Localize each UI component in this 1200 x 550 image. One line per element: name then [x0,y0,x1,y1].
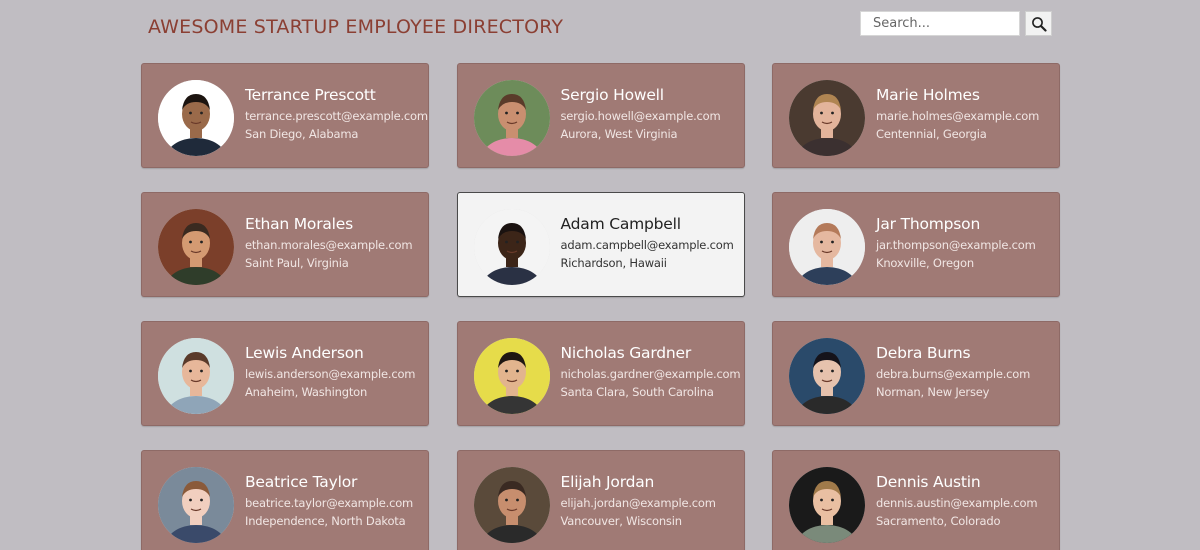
avatar [158,80,234,156]
avatar [158,338,234,414]
employee-name: Lewis Anderson [245,344,364,362]
employee-card[interactable]: Sergio Howell sergio.howell@example.com Au… [456,63,745,168]
employee-name: Jar Thompson [876,215,981,233]
employee-info: Jar Thompson jar.thompson@example.com Knox… [876,215,1053,270]
employee-name: Debra Burns [876,344,971,362]
employee-name: Dennis Austin [876,473,981,491]
employee-location: Independence, North Dakota [245,514,406,528]
employee-email: nicholas.gardner@example.com [560,367,741,381]
avatar [473,338,550,414]
employee-location: Knoxville, Oregon [876,256,974,270]
employee-email: elijah.jordan@example.com [560,496,716,510]
employee-grid: Terrance Prescott terrance.prescott@examp… [141,63,1061,550]
employee-location: Saint Paul, Virginia [245,256,349,270]
employee-location: Santa Clara, South Carolina [560,385,714,399]
avatar [473,209,550,285]
employee-card[interactable]: Marie Holmes marie.holmes@example.com Cent… [772,63,1060,168]
page-title: AWESOME STARTUP EMPLOYEE DIRECTORY [148,16,564,38]
employee-info: Terrance Prescott terrance.prescott@examp… [245,86,428,141]
employee-location: Richardson, Hawaii [560,256,667,270]
employee-location: Vancouver, Wisconsin [560,514,683,528]
search-input[interactable] [860,11,1020,36]
employee-email: ethan.morales@example.com [245,238,413,252]
employee-name: Marie Holmes [876,86,980,104]
employee-location: San Diego, Alabama [245,127,359,141]
avatar [789,338,865,414]
employee-email: terrance.prescott@example.com [245,109,428,123]
employee-card[interactable]: Jar Thompson jar.thompson@example.com Knox… [772,192,1060,297]
avatar [789,467,865,543]
employee-card[interactable]: Lewis Anderson lewis.anderson@example.com… [141,321,429,426]
employee-email: lewis.anderson@example.com [245,367,416,381]
employee-info: Adam Campbell adam.campbell@example.com Ri… [561,215,738,270]
employee-card[interactable]: Dennis Austin dennis.austin@example.com Sa… [772,450,1060,550]
avatar [158,467,234,543]
avatar [473,467,550,543]
employee-email: beatrice.taylor@example.com [245,496,414,510]
employee-info: Debra Burns debra.burns@example.com Norman… [876,344,1053,399]
employee-info: Sergio Howell sergio.howell@example.com Au… [561,86,738,141]
employee-location: Sacramento, Colorado [876,514,1001,528]
employee-name: Sergio Howell [560,86,665,104]
avatar [473,80,550,156]
employee-name: Elijah Jordan [560,473,655,491]
employee-card[interactable]: Debra Burns debra.burns@example.com Norman… [772,321,1060,426]
avatar [789,209,865,285]
employee-name: Terrance Prescott [245,86,376,104]
employee-location: Aurora, West Virginia [560,127,678,141]
employee-email: debra.burns@example.com [876,367,1031,381]
search-button[interactable] [1025,11,1052,36]
employee-email: marie.holmes@example.com [876,109,1040,123]
employee-email: adam.campbell@example.com [560,238,734,252]
employee-info: Beatrice Taylor beatrice.taylor@example.c… [245,473,422,528]
avatar [158,209,234,285]
employee-info: Ethan Morales ethan.morales@example.com Sa… [245,215,422,270]
employee-name: Beatrice Taylor [245,473,358,491]
employee-card[interactable]: Adam Campbell adam.campbell@example.com Ri… [456,192,745,297]
employee-name: Ethan Morales [245,215,353,233]
directory-page: AWESOME STARTUP EMPLOYEE DIRECTORY Terra… [0,0,1200,550]
employee-card[interactable]: Beatrice Taylor beatrice.taylor@example.c… [141,450,429,550]
employee-info: Marie Holmes marie.holmes@example.com Cent… [876,86,1053,141]
employee-card[interactable]: Elijah Jordan elijah.jordan@example.com Va… [456,450,745,550]
employee-info: Elijah Jordan elijah.jordan@example.com Va… [561,473,738,528]
employee-location: Anaheim, Washington [245,385,368,399]
employee-card[interactable]: Nicholas Gardner nicholas.gardner@example… [456,321,745,426]
employee-info: Dennis Austin dennis.austin@example.com Sa… [876,473,1053,528]
employee-email: jar.thompson@example.com [876,238,1036,252]
employee-name: Adam Campbell [560,215,682,233]
header: AWESOME STARTUP EMPLOYEE DIRECTORY [0,0,1200,56]
employee-email: dennis.austin@example.com [876,496,1038,510]
employee-email: sergio.howell@example.com [560,109,721,123]
employee-location: Centennial, Georgia [876,127,987,141]
employee-location: Norman, New Jersey [876,385,990,399]
employee-info: Nicholas Gardner nicholas.gardner@example… [560,344,741,399]
avatar [789,80,865,156]
employee-card[interactable]: Ethan Morales ethan.morales@example.com Sa… [141,192,429,297]
employee-card[interactable]: Terrance Prescott terrance.prescott@examp… [141,63,429,168]
employee-name: Nicholas Gardner [560,344,692,362]
employee-info: Lewis Anderson lewis.anderson@example.com… [245,344,422,399]
